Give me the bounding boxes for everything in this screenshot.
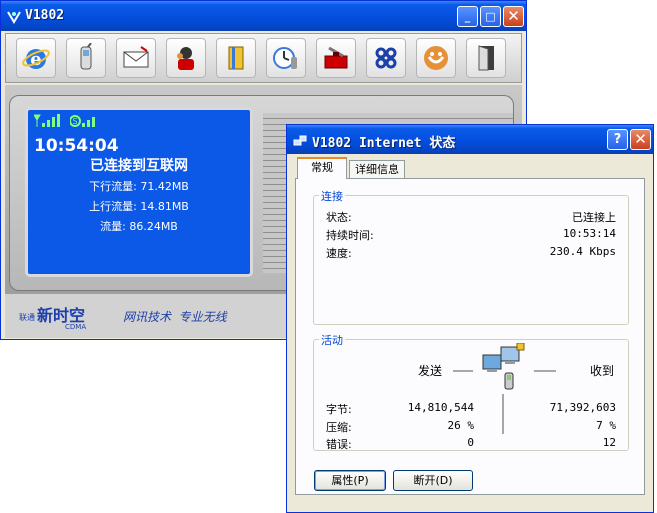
exit-door-icon (478, 45, 494, 71)
duration-value: 10:53:14 (563, 227, 616, 240)
network-activity-icon (479, 342, 529, 397)
internet-explorer-icon: e (22, 49, 50, 70)
help-button[interactable]: ? (607, 129, 628, 150)
toolbar-exit-button[interactable] (466, 38, 506, 78)
errors-sent: 0 (467, 436, 474, 449)
toolbar-message-button[interactable] (116, 38, 156, 78)
slogan-text: 网讯技术 专业无线 (123, 310, 227, 324)
tab-details[interactable]: 详细信息 (349, 160, 405, 180)
toolbox-icon (324, 46, 348, 69)
signal-strength-icon (33, 113, 66, 132)
status-screen: S 10:54:04 已连接到互联网 下行流量: 71.42MB 上行流量: 1… (25, 107, 253, 277)
download-traffic: 下行流量: 71.42MB (89, 180, 189, 193)
toolbar-book-button[interactable] (216, 38, 256, 78)
upload-traffic: 上行流量: 14.81MB (89, 200, 189, 213)
activity-divider (502, 394, 504, 434)
connection-group-label: 连接 (319, 188, 345, 204)
bytes-label: 字节: (326, 403, 352, 416)
book-icon (228, 46, 244, 70)
toolbar-clock-button[interactable] (266, 38, 306, 78)
toolbar-contacts-button[interactable] (166, 38, 206, 78)
connection-timer: 10:54:04 (34, 136, 119, 156)
toolbar-internet-button[interactable]: e (16, 38, 56, 78)
mobile-phone-icon (80, 43, 92, 70)
activity-group-label: 活动 (319, 332, 345, 348)
toolbar-qq-button[interactable] (416, 38, 456, 78)
clock-icon (273, 47, 297, 69)
dialog-close-button[interactable]: ✕ (630, 129, 651, 150)
errors-received: 12 (602, 436, 616, 449)
sent-label: 发送 (418, 364, 443, 378)
speed-label: 速度: (326, 247, 352, 260)
compression-received: 7 % (596, 419, 616, 432)
status-label: 状态: (326, 211, 352, 224)
internet-status-dialog: V1802 Internet 状态 ? ✕ 常规 详细信息 连接 状态: 已连接… (286, 124, 654, 513)
main-toolbar: e (5, 33, 522, 83)
disconnect-button[interactable]: 断开(D) (393, 470, 473, 491)
received-line (534, 370, 556, 372)
app-logo-icon (7, 9, 21, 24)
qq-icon (424, 46, 448, 70)
main-title-bar[interactable]: V1802 _ □ ✕ (1, 1, 526, 31)
brand-sub-text: CDMA (65, 323, 87, 331)
maximize-button[interactable]: □ (480, 6, 501, 27)
sent-line (453, 370, 473, 372)
dialog-title: V1802 Internet 状态 (312, 136, 456, 151)
tab-general[interactable]: 常规 (297, 157, 347, 179)
brand-small-text: 联通 (19, 313, 35, 322)
general-tab-panel: 连接 状态: 已连接上 持续时间: 10:53:14 速度: 230.4 Kbp… (295, 178, 645, 495)
errors-label: 错误: (326, 438, 352, 451)
activity-group (313, 339, 629, 451)
data-signal-icon: S (69, 113, 100, 132)
toolbar-phone-button[interactable] (66, 38, 106, 78)
bytes-received: 71,392,603 (549, 401, 616, 414)
speed-value: 230.4 Kbps (549, 245, 616, 258)
compression-sent: 26 % (447, 419, 475, 432)
properties-button[interactable]: 属性(P) (314, 470, 386, 491)
toolbar-tools-button[interactable] (316, 38, 356, 78)
china-unicom-icon (375, 47, 397, 69)
received-label: 收到 (590, 364, 615, 378)
close-button[interactable]: ✕ (503, 6, 524, 27)
total-traffic: 流量: 86.24MB (100, 220, 178, 233)
network-connection-icon (293, 133, 307, 152)
compression-label: 压缩: (326, 421, 352, 434)
contacts-icon (177, 47, 194, 70)
main-window-title: V1802 (25, 8, 65, 23)
toolbar-unicom-button[interactable] (366, 38, 406, 78)
bytes-sent: 14,810,544 (407, 401, 474, 414)
dialog-title-bar[interactable]: V1802 Internet 状态 ? ✕ (287, 125, 653, 154)
brand-logo: 联通 新时空 CDMA (19, 298, 101, 332)
svg-text:S: S (72, 117, 77, 126)
minimize-button[interactable]: _ (457, 6, 478, 27)
duration-label: 持续时间: (326, 229, 374, 242)
envelope-icon (123, 46, 149, 68)
status-value: 已连接上 (572, 211, 616, 224)
connection-status-text: 已连接到互联网 (90, 158, 188, 174)
